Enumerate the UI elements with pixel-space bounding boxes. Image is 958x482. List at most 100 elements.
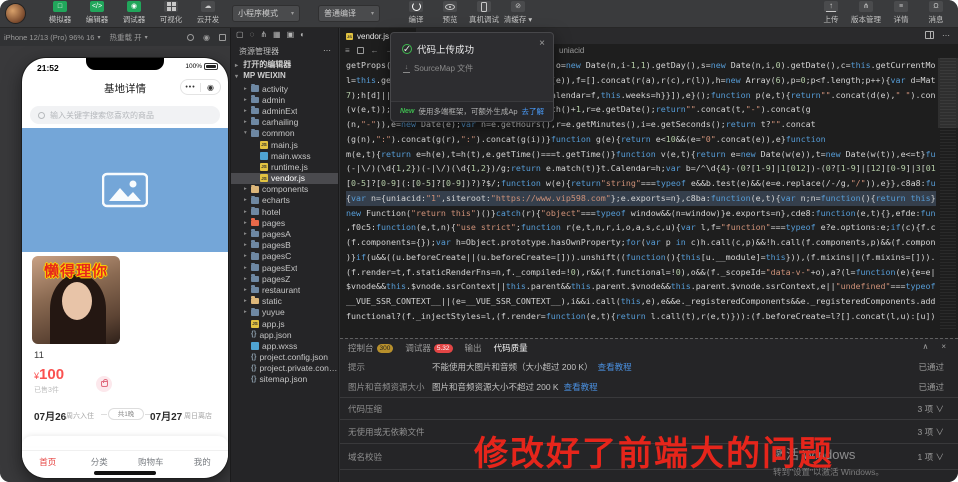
- preview-icon[interactable]: ▣: [287, 31, 295, 39]
- record-icon[interactable]: ◉: [203, 33, 210, 42]
- tree-folder-pages[interactable]: ▸pages: [231, 217, 338, 228]
- tree-folder-echarts[interactable]: ▸echarts: [231, 195, 338, 206]
- editor-button[interactable]: </>编辑器: [83, 1, 111, 25]
- tree-file-app-json[interactable]: {}app.json: [231, 329, 338, 340]
- minimize-icon[interactable]: ◉: [201, 83, 220, 92]
- tree-file-project-config-json[interactable]: {}project.config.json: [231, 352, 338, 363]
- tree-folder-carhailing[interactable]: ▸carhailing: [231, 117, 338, 128]
- code-line[interactable]: )}if(u&&((u.beforeCreate||(u.beforeCreat…: [346, 250, 936, 265]
- tree-file-project-private-config-js-[interactable]: {}project.private.config.js...: [231, 363, 338, 374]
- check-status[interactable]: 3 项 ∨: [918, 403, 944, 415]
- split-editor-icon[interactable]: [925, 31, 934, 39]
- files-icon[interactable]: ▢: [236, 31, 244, 39]
- more-icon[interactable]: •••: [181, 84, 200, 91]
- tree-folder-admin[interactable]: ▸admin: [231, 94, 338, 105]
- quality-row[interactable]: 图片和音频资源大小图片和音频资源大小不超过 200 K查看教程已通过: [340, 377, 958, 398]
- tree-folder-pagesa[interactable]: ▸pagesA: [231, 228, 338, 239]
- code-line[interactable]: (f.render=t,f.staticRenderFns=n,f._compi…: [346, 265, 936, 280]
- code-line[interactable]: [0-5]?[0-9](:[0-5]?[0-9])?)?$/;function …: [346, 176, 936, 191]
- refresh-icon[interactable]: [187, 34, 194, 41]
- tree-file-main-wxss[interactable]: main.wxss: [231, 150, 338, 161]
- open-editors-section[interactable]: ▸ 打开的编辑器: [235, 59, 291, 70]
- tree-folder-restaurant[interactable]: ▸restaurant: [231, 284, 338, 295]
- tutorial-link[interactable]: 查看教程: [564, 382, 598, 392]
- version-control-button[interactable]: ⋔版本管理: [852, 1, 880, 25]
- outline-icon[interactable]: ≡: [345, 46, 350, 55]
- tutorial-link[interactable]: 查看教程: [598, 362, 632, 372]
- more-actions-icon[interactable]: ⋯: [323, 46, 332, 57]
- details-button[interactable]: ≡详情: [887, 1, 915, 25]
- code-line[interactable]: m(e,t){return e=h(e),t=h(t),e.getTime()=…: [346, 147, 936, 162]
- tree-folder-pagesz[interactable]: ▸pagesZ: [231, 273, 338, 284]
- code-line[interactable]: functional?(f._injectStyles=l,(f.render=…: [346, 309, 936, 324]
- back-icon[interactable]: ←: [371, 46, 379, 55]
- search-icon[interactable]: ◌: [250, 31, 255, 39]
- more-actions-icon[interactable]: ⋯: [942, 31, 950, 40]
- tree-file-sitemap-json[interactable]: {}sitemap.json: [231, 374, 338, 385]
- mode-select[interactable]: 小程序模式 ▾: [232, 5, 300, 22]
- tree-folder-adminext[interactable]: ▸adminExt: [231, 105, 338, 116]
- tree-file-main-js[interactable]: JSmain.js: [231, 139, 338, 150]
- clear-cache-button[interactable]: ⊘清缓存 ▾: [504, 1, 532, 25]
- quality-row[interactable]: 提示不能使用大图片和音频（大小超过 200 K）查看教程已通过: [340, 356, 958, 377]
- debugger-button[interactable]: ◉调试器: [120, 1, 148, 25]
- add-to-cart-button[interactable]: [96, 376, 112, 392]
- tree-folder-pagesb[interactable]: ▸pagesB: [231, 240, 338, 251]
- device-selector[interactable]: iPhone 12/13 (Pro) 96% 16: [4, 33, 94, 42]
- tree-folder-components[interactable]: ▸components: [231, 184, 338, 195]
- sourcemap-download[interactable]: ↓ SourceMap 文件: [403, 63, 473, 74]
- code-line[interactable]: ,f0c5:function(e,t,n){"use strict";funct…: [346, 220, 936, 235]
- check-status[interactable]: 1 项 ∨: [918, 451, 944, 463]
- minimap-slider[interactable]: [938, 58, 958, 128]
- capsule-menu[interactable]: ••• ◉: [180, 79, 221, 95]
- simulator-button[interactable]: □模拟器: [46, 1, 74, 25]
- tree-folder-yuyue[interactable]: ▸yuyue: [231, 307, 338, 318]
- extensions-icon[interactable]: ◐: [300, 31, 305, 39]
- close-icon[interactable]: ×: [539, 38, 545, 49]
- panel-tab-调试器[interactable]: 调试器5.32: [405, 342, 452, 354]
- breadcrumb[interactable]: uniacid: [559, 46, 584, 55]
- expand-icon[interactable]: [219, 34, 226, 41]
- device-debug-button[interactable]: 真机调试: [470, 1, 498, 25]
- code-line[interactable]: (f.components={});var h=Object.prototype…: [346, 235, 936, 250]
- code-line[interactable]: new Function("return this")()}catch(r){"…: [346, 206, 936, 221]
- banner-swiper[interactable]: [22, 128, 228, 252]
- quality-row[interactable]: 代码压缩3 项 ∨: [340, 398, 958, 420]
- code-line-highlighted[interactable]: {var n={uniacid:"1",siteroot:"https://ww…: [346, 191, 936, 206]
- panel-tab-控制台[interactable]: 控制台300: [348, 342, 393, 354]
- tree-folder-pagesc[interactable]: ▸pagesC: [231, 251, 338, 262]
- workspace-root-section[interactable]: ▾ MP WEIXIN: [235, 71, 286, 80]
- cloud-dev-button[interactable]: ☁云开发: [194, 1, 222, 25]
- bookmark-icon[interactable]: [357, 47, 364, 54]
- learn-more-link[interactable]: 去了解: [522, 106, 545, 117]
- code-line[interactable]: __VUE_SSR_CONTEXT__||(e=__VUE_SSR_CONTEX…: [346, 294, 936, 309]
- close-panel-icon[interactable]: ×: [941, 342, 946, 351]
- tabbar-item-我的[interactable]: 我的: [177, 456, 229, 468]
- code-line[interactable]: (g(n),":").concat(g(r),":").concat(g(i))…: [346, 132, 936, 147]
- tabbar-item-购物车[interactable]: 购物车: [125, 456, 177, 468]
- tabbar-item-home-active[interactable]: 首页: [22, 456, 74, 468]
- grid-icon[interactable]: ▦: [273, 31, 281, 39]
- compile-button[interactable]: 编译: [402, 1, 430, 25]
- hot-reload-toggle[interactable]: 热重载 开: [110, 32, 142, 43]
- visualization-button[interactable]: 可视化: [157, 1, 185, 25]
- code-line[interactable]: $vnode&&this.$vnode.ssrContext||this.par…: [346, 279, 936, 294]
- tree-file-vendor-js[interactable]: JSvendor.js: [231, 173, 338, 184]
- tabbar-item-分类[interactable]: 分类: [74, 456, 126, 468]
- tree-file-runtime-js[interactable]: JSruntime.js: [231, 161, 338, 172]
- panel-tab-代码质量[interactable]: 代码质量: [494, 342, 528, 354]
- product-image[interactable]: 懒得理你: [32, 256, 120, 344]
- user-avatar[interactable]: [5, 3, 26, 24]
- tree-file-app-js[interactable]: JSapp.js: [231, 318, 338, 329]
- tree-file-app-wxss[interactable]: app.wxss: [231, 340, 338, 351]
- collapse-panel-icon[interactable]: ∧: [922, 342, 928, 351]
- check-status[interactable]: 3 项 ∨: [918, 426, 944, 438]
- compile-select[interactable]: 普通编译 ▾: [318, 5, 380, 22]
- tree-folder-hotel[interactable]: ▸hotel: [231, 206, 338, 217]
- preview-button[interactable]: 预览: [436, 1, 464, 25]
- git-branch-icon[interactable]: ⋔: [260, 31, 267, 39]
- tree-folder-common[interactable]: ▾common: [231, 128, 338, 139]
- tree-folder-static[interactable]: ▸static: [231, 296, 338, 307]
- panel-tab-输出[interactable]: 输出: [465, 342, 482, 354]
- message-bell-button[interactable]: Ω消息: [922, 1, 950, 25]
